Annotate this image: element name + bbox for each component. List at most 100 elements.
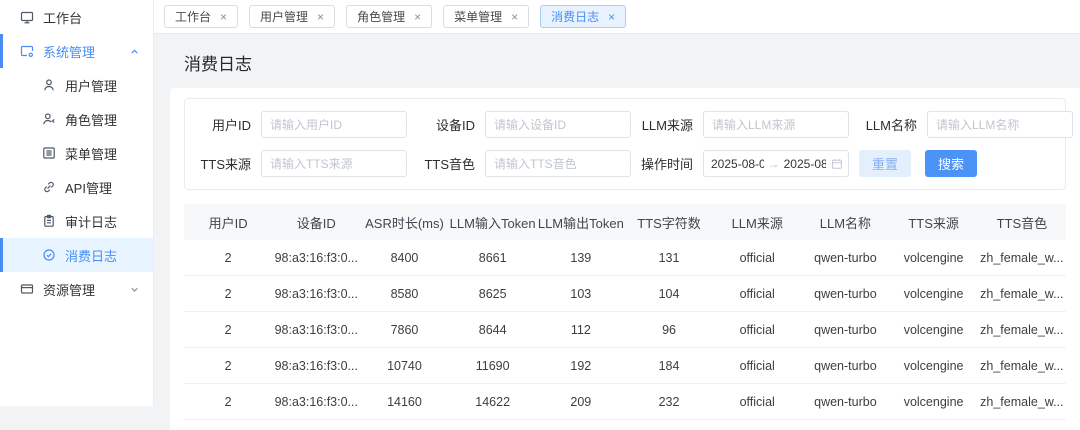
user-id-input[interactable] [261,111,407,138]
cell: 98:a3:16:f3:0... [272,240,360,276]
field-label: LLM来源 [631,115,693,134]
sidebar-item-label: 用户管理 [65,76,117,95]
close-icon[interactable]: × [511,11,518,23]
cell: qwen-turbo [801,276,889,312]
col-header-llm-output-token: LLM输出Token [537,204,625,240]
cell: 98:a3:16:f3:0... [272,276,360,312]
sidebar-item-system-management[interactable]: 系统管理 [0,34,153,68]
date-start: 2025-08-0 [711,157,764,171]
clipboard-icon [42,214,56,228]
col-header-asr-duration: ASR时长(ms) [360,204,448,240]
col-header-llm-name: LLM名称 [801,204,889,240]
cell: zh_female_w... [978,240,1066,276]
filter-tts-source: TTS来源 [189,150,413,177]
filter-operation-time: 操作时间 2025-08-0 → 2025-08 [631,150,855,177]
field-label: TTS音色 [413,154,475,173]
cell: qwen-turbo [801,384,889,420]
cell: volcengine [890,348,978,384]
role-icon [42,112,56,126]
device-id-input[interactable] [485,111,631,138]
table-row: 2 98:a3:16:f3:0... 10740 11690 192 184 o… [184,348,1066,384]
sidebar-item-workbench[interactable]: 工作台 [0,0,153,34]
tab-label: 用户管理 [260,8,308,25]
close-icon[interactable]: × [317,11,324,23]
tab-label: 工作台 [175,8,211,25]
filter-tts-voice: TTS音色 [413,150,631,177]
cell: zh_female_w... [978,276,1066,312]
cell: official [713,384,801,420]
consumption-log-table: 用户ID 设备ID ASR时长(ms) LLM输入Token LLM输出Toke… [184,204,1066,420]
sidebar-item-audit-log[interactable]: 审计日志 [0,204,153,238]
col-header-tts-source: TTS来源 [890,204,978,240]
tab-role-management[interactable]: 角色管理 × [346,5,432,28]
cell: 209 [537,384,625,420]
date-range-picker[interactable]: 2025-08-0 → 2025-08 [703,150,849,177]
cell: official [713,240,801,276]
table-header-row: 用户ID 设备ID ASR时长(ms) LLM输入Token LLM输出Toke… [184,204,1066,240]
cell: qwen-turbo [801,348,889,384]
sidebar-item-user-management[interactable]: 用户管理 [0,68,153,102]
arrow-right-icon: → [768,157,780,171]
tab-label: 角色管理 [357,8,405,25]
field-label: TTS来源 [189,154,251,173]
content-card: 用户ID 设备ID LLM来源 LLM名称 TTS来源 TTS音色 [170,88,1080,430]
close-icon[interactable]: × [414,11,421,23]
tab-user-management[interactable]: 用户管理 × [249,5,335,28]
cell: 98:a3:16:f3:0... [272,348,360,384]
cell: 104 [625,276,713,312]
date-end: 2025-08 [784,157,826,171]
cell: qwen-turbo [801,312,889,348]
sidebar-item-resource-management[interactable]: 资源管理 [0,272,153,306]
tab-consumption-log[interactable]: 消费日志 × [540,5,626,28]
cell: zh_female_w... [978,384,1066,420]
tts-source-input[interactable] [261,150,407,177]
menu-list-icon [42,146,56,160]
cell: zh_female_w... [978,312,1066,348]
sidebar-item-label: 菜单管理 [65,144,117,163]
chevron-up-icon[interactable] [129,46,140,57]
col-header-tts-chars: TTS字符数 [625,204,713,240]
tts-voice-input[interactable] [485,150,631,177]
cell: volcengine [890,240,978,276]
close-icon[interactable]: × [220,11,227,23]
cell: 139 [537,240,625,276]
col-header-llm-source: LLM来源 [713,204,801,240]
table-row: 2 98:a3:16:f3:0... 8580 8625 103 104 off… [184,276,1066,312]
cell: 8400 [360,240,448,276]
cell: volcengine [890,312,978,348]
calendar-icon [831,158,843,170]
field-label: 用户ID [189,115,251,134]
table-row: 2 98:a3:16:f3:0... 14160 14622 209 232 o… [184,384,1066,420]
sidebar-item-label: 系统管理 [43,42,95,61]
close-icon[interactable]: × [608,11,615,23]
monitor-icon [20,10,34,24]
cell: 2 [184,276,272,312]
sidebar-item-menu-management[interactable]: 菜单管理 [0,136,153,170]
tab-menu-management[interactable]: 菜单管理 × [443,5,529,28]
cell: 7860 [360,312,448,348]
chevron-down-icon[interactable] [129,284,140,295]
tab-workbench[interactable]: 工作台 × [164,5,238,28]
cell: 8661 [449,240,537,276]
filter-user-id: 用户ID [189,111,413,138]
table-row: 2 98:a3:16:f3:0... 8400 8661 139 131 off… [184,240,1066,276]
reset-button[interactable]: 重置 [859,150,911,177]
sidebar-item-api-management[interactable]: API管理 [0,170,153,204]
cell: volcengine [890,276,978,312]
consumption-log-icon [42,248,56,262]
cell: 192 [537,348,625,384]
col-header-llm-input-token: LLM输入Token [449,204,537,240]
main-content: 工作台 × 用户管理 × 角色管理 × 菜单管理 × 消费日志 × 消费日志 用… [154,0,1080,406]
sidebar-item-role-management[interactable]: 角色管理 [0,102,153,136]
sidebar-item-label: API管理 [65,178,112,197]
sidebar-item-consumption-log[interactable]: 消费日志 [0,238,153,272]
cell: 14160 [360,384,448,420]
search-button[interactable]: 搜索 [925,150,977,177]
llm-source-input[interactable] [703,111,849,138]
cell: 2 [184,348,272,384]
cell: 10740 [360,348,448,384]
llm-name-input[interactable] [927,111,1073,138]
cell: 14622 [449,384,537,420]
link-icon [42,180,56,194]
cell: 131 [625,240,713,276]
